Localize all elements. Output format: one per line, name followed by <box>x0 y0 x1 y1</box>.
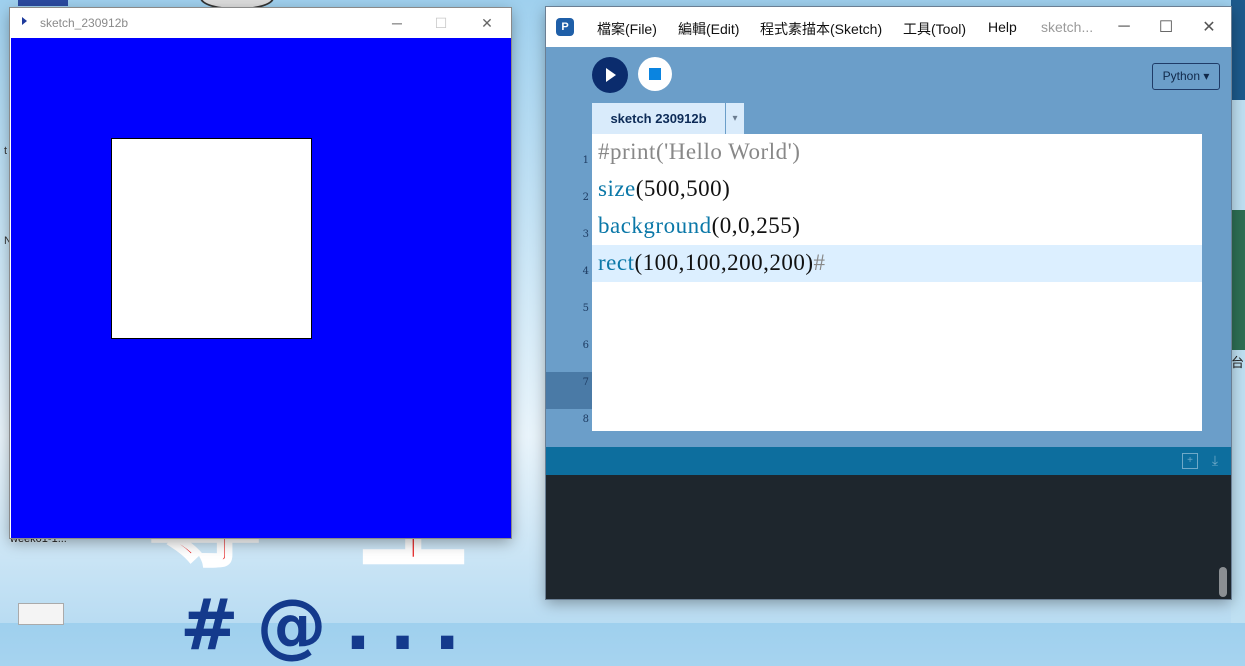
menu-help[interactable]: Help <box>988 19 1017 35</box>
sketch-output-window[interactable]: sketch_230912b ─ ☐ ✕ <box>10 8 511 538</box>
minimize-icon[interactable]: ─ <box>1102 7 1146 47</box>
close-icon[interactable]: ✕ <box>465 8 509 38</box>
mode-selector[interactable]: Python ▾ <box>1152 63 1220 90</box>
maximize-icon[interactable]: ☐ <box>1144 7 1188 47</box>
code-function: background <box>598 213 712 238</box>
code-comment: # <box>813 250 826 275</box>
processing-app-icon <box>22 17 27 25</box>
code-args: (100,100,200,200) <box>634 250 814 275</box>
sketch-window-title: sketch_230912b <box>40 16 129 30</box>
desktop-image <box>1231 210 1245 350</box>
sketch-titlebar[interactable]: sketch_230912b ─ ☐ ✕ <box>10 8 511 38</box>
clear-console-icon[interactable]: ⤓ <box>1208 453 1222 467</box>
menu-bar: P 檔案(File) 編輯(Edit) 程式素描本(Sketch) 工具(Too… <box>546 7 1231 47</box>
processing-ide-window[interactable]: P 檔案(File) 編輯(Edit) 程式素描本(Sketch) 工具(Too… <box>546 7 1231 599</box>
ide-window-title: sketch... <box>1041 19 1094 35</box>
sketch-canvas[interactable] <box>11 38 511 538</box>
sketch-rectangle <box>111 138 312 339</box>
console-header: + ⤓ <box>546 447 1231 475</box>
console-scrollbar[interactable] <box>1219 567 1227 597</box>
desktop-right-strip: 台 <box>1231 0 1245 623</box>
line-number-gutter: 1 2 3 4 5 6 7 8 <box>546 134 592 431</box>
desktop-image <box>1231 0 1245 100</box>
line-number: 3 <box>582 229 589 240</box>
desktop-strip-text: 台 <box>1231 355 1245 370</box>
code-line-1[interactable]: #print('Hello World') <box>598 139 800 165</box>
console-output[interactable] <box>546 475 1231 599</box>
line-number: 8 <box>582 414 589 425</box>
line-number: 5 <box>582 303 589 314</box>
tab-sketch[interactable]: sketch 230912b <box>592 103 725 134</box>
menu-tool[interactable]: 工具(Tool) <box>903 19 966 39</box>
line-number: 1 <box>582 155 589 166</box>
line-number: 7 <box>582 377 589 388</box>
line-number: 2 <box>582 192 589 203</box>
run-button[interactable] <box>592 57 628 93</box>
menu-edit[interactable]: 編輯(Edit) <box>678 19 739 39</box>
maximize-icon: ☐ <box>434 14 448 31</box>
code-editor[interactable]: #print('Hello World') size(500,500) back… <box>592 134 1202 431</box>
menu-file[interactable]: 檔案(File) <box>597 19 657 39</box>
editor-scrollbar[interactable] <box>1202 134 1218 431</box>
desktop-edge-mark: t <box>4 145 8 157</box>
code-line-4[interactable]: rect(100,100,200,200)# <box>598 250 826 276</box>
desktop-file-icon[interactable] <box>18 603 64 625</box>
stop-button[interactable] <box>638 57 672 91</box>
code-function: size <box>598 176 636 201</box>
code-comment: #print('Hello World') <box>598 139 801 164</box>
processing-logo-icon: P <box>556 18 574 36</box>
code-function: rect <box>598 250 635 275</box>
code-line-2[interactable]: size(500,500) <box>598 176 730 202</box>
close-icon[interactable]: ✕ <box>1187 7 1231 47</box>
menu-sketch[interactable]: 程式素描本(Sketch) <box>760 19 882 39</box>
copy-console-icon[interactable]: + <box>1182 453 1198 469</box>
code-args: (0,0,255) <box>711 213 801 238</box>
minimize-icon[interactable]: ─ <box>375 8 419 38</box>
tab-menu-chevron-down-icon[interactable]: ▾ <box>726 103 744 134</box>
line-number: 4 <box>582 266 589 277</box>
code-args: (500,500) <box>635 176 731 201</box>
line-number: 6 <box>582 340 589 351</box>
code-line-3[interactable]: background(0,0,255) <box>598 213 800 239</box>
desktop-icon[interactable] <box>18 0 68 6</box>
